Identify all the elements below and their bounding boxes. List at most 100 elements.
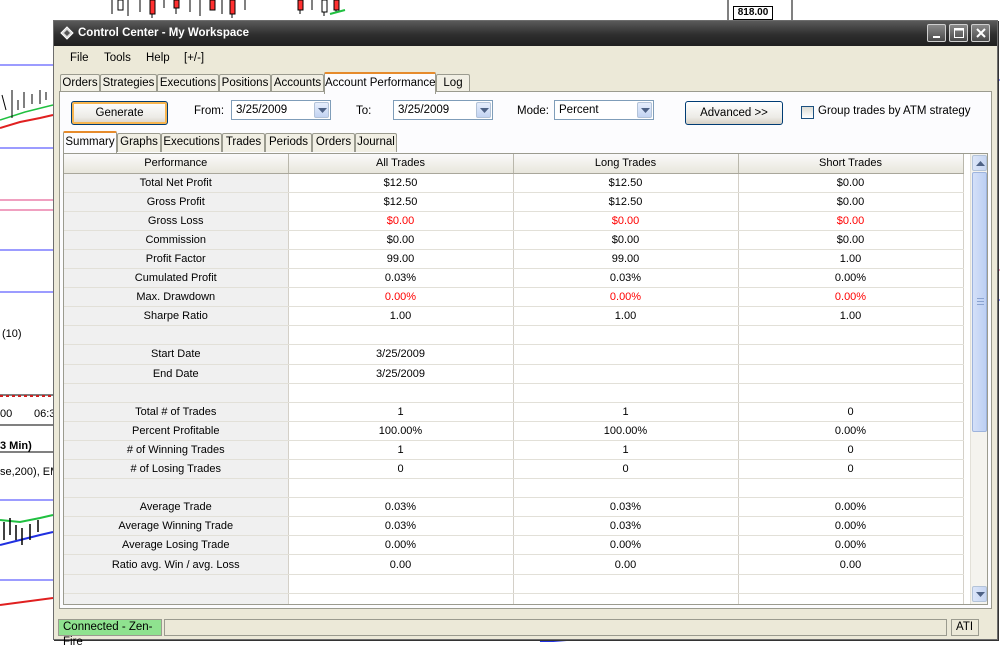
- metric-value-cell: [738, 325, 964, 346]
- vertical-scrollbar[interactable]: [970, 154, 987, 604]
- table-row[interactable]: Cumulated Profit 0.03% 0.03% 0.00%: [64, 268, 964, 289]
- close-button[interactable]: [971, 24, 990, 42]
- subtab-executions[interactable]: Executions: [161, 133, 222, 152]
- minimize-button[interactable]: [927, 24, 946, 42]
- from-date-dropdown[interactable]: [314, 102, 329, 118]
- menu-file[interactable]: File: [70, 52, 89, 64]
- chevron-down-icon: [480, 108, 489, 113]
- menu-tools[interactable]: Tools: [104, 52, 131, 64]
- metric-name-cell: End Date: [64, 364, 289, 384]
- mode-select[interactable]: Percent: [554, 100, 654, 120]
- group-trades-checkbox[interactable]: [801, 106, 814, 119]
- metric-value-cell: 99.00: [288, 249, 514, 270]
- metric-name-cell: Gross Profit: [64, 192, 289, 212]
- group-trades-label: Group trades by ATM strategy: [818, 105, 971, 117]
- metric-value-cell: 0: [513, 459, 739, 480]
- chevron-up-icon: [976, 161, 985, 166]
- scroll-down-button[interactable]: [972, 586, 987, 602]
- metric-value-cell: [738, 574, 964, 594]
- advanced-button[interactable]: Advanced >>: [685, 101, 783, 125]
- table-header-row: Performance All Trades Long Trades Short…: [64, 154, 964, 174]
- table-row[interactable]: [64, 478, 964, 499]
- table-row[interactable]: Gross Loss $0.00 $0.00 $0.00: [64, 211, 964, 231]
- mode-dropdown[interactable]: [637, 102, 652, 118]
- connection-status: Connected - Zen-Fire: [58, 619, 162, 648]
- metric-value-cell: [513, 478, 739, 499]
- table-row[interactable]: Gross Profit $12.50 $12.50 $0.00: [64, 192, 964, 212]
- window-title: Control Center - My Workspace: [78, 27, 250, 39]
- subtab-journal[interactable]: Journal: [355, 133, 397, 152]
- table-row[interactable]: Percent Profitable 100.00% 100.00% 0.00%: [64, 421, 964, 441]
- scroll-up-button[interactable]: [972, 155, 987, 171]
- metric-value-cell: [738, 344, 964, 365]
- table-row[interactable]: Commission $0.00 $0.00 $0.00: [64, 230, 964, 250]
- metric-value-cell: 0.03%: [513, 268, 739, 289]
- table-row[interactable]: End Date 3/25/2009: [64, 364, 964, 384]
- table-row[interactable]: Sharpe Ratio 1.00 1.00 1.00: [64, 306, 964, 327]
- metric-value-cell: [738, 364, 964, 384]
- tab-account-performance[interactable]: Account Performance: [324, 72, 436, 94]
- table-row[interactable]: Max. Drawdown 0.00% 0.00% 0.00%: [64, 287, 964, 308]
- metric-value-cell: $12.50: [513, 192, 739, 212]
- metric-value-cell: 0.00%: [288, 535, 514, 556]
- maximize-icon: [954, 28, 964, 38]
- table-row[interactable]: # of Losing Trades 0 0 0: [64, 459, 964, 480]
- table-row[interactable]: [64, 325, 964, 346]
- metric-value-cell: [513, 574, 739, 594]
- metric-value-cell: 1.00: [288, 306, 514, 327]
- metric-value-cell: $0.00: [513, 230, 739, 250]
- metric-value-cell: $0.00: [288, 230, 514, 250]
- metric-value-cell: 0.00%: [288, 287, 514, 308]
- column-header-all-trades[interactable]: All Trades: [288, 154, 514, 174]
- table-row[interactable]: Total Net Profit $12.50 $12.50 $0.00: [64, 173, 964, 193]
- metric-name-cell: [64, 325, 289, 346]
- scroll-thumb[interactable]: [972, 172, 987, 432]
- menu-toggle[interactable]: [+/-]: [184, 52, 204, 64]
- table-row[interactable]: Average Winning Trade 0.03% 0.03% 0.00%: [64, 516, 964, 537]
- menu-help[interactable]: Help: [146, 52, 170, 64]
- table-row[interactable]: [64, 593, 964, 604]
- metric-value-cell: $12.50: [513, 173, 739, 193]
- metric-name-cell: Percent Profitable: [64, 421, 289, 441]
- metric-value-cell: 0.00%: [738, 421, 964, 441]
- price-marker: 818.00: [733, 6, 773, 20]
- to-date-value: 3/25/2009: [398, 104, 450, 116]
- column-header-performance[interactable]: Performance: [64, 154, 289, 174]
- table-row[interactable]: Start Date 3/25/2009: [64, 344, 964, 365]
- table-row[interactable]: Average Trade 0.03% 0.03% 0.00%: [64, 497, 964, 518]
- table-row[interactable]: Average Losing Trade 0.00% 0.00% 0.00%: [64, 535, 964, 556]
- metric-value-cell: 0: [738, 402, 964, 422]
- metric-value-cell: [288, 383, 514, 403]
- to-date-dropdown[interactable]: [476, 102, 491, 118]
- subtab-summary[interactable]: Summary: [63, 131, 117, 153]
- to-date-picker[interactable]: 3/25/2009: [393, 100, 493, 120]
- generate-button[interactable]: Generate: [71, 101, 168, 125]
- table-row[interactable]: Ratio avg. Win / avg. Loss 0.00 0.00 0.00: [64, 554, 964, 575]
- maximize-button[interactable]: [949, 24, 968, 42]
- subtab-orders[interactable]: Orders: [312, 133, 355, 152]
- metric-value-cell: 0.00: [513, 554, 739, 575]
- chevron-down-icon: [976, 592, 985, 597]
- metric-value-cell: 100.00%: [288, 421, 514, 441]
- table-row[interactable]: # of Winning Trades 1 1 0: [64, 440, 964, 461]
- metric-name-cell: Commission: [64, 230, 289, 250]
- subtab-graphs[interactable]: Graphs: [117, 133, 161, 152]
- table-row[interactable]: [64, 383, 964, 403]
- subtab-periods[interactable]: Periods: [265, 133, 312, 152]
- column-header-long-trades[interactable]: Long Trades: [513, 154, 739, 174]
- indicator-period-label: (10): [2, 328, 22, 340]
- from-date-picker[interactable]: 3/25/2009: [231, 100, 331, 120]
- title-bar[interactable]: Control Center - My Workspace: [54, 21, 997, 46]
- metric-value-cell: [288, 593, 514, 604]
- subtab-trades[interactable]: Trades: [222, 133, 265, 152]
- mode-value: Percent: [559, 104, 599, 116]
- table-row[interactable]: [64, 574, 964, 594]
- metric-value-cell: 0.00%: [738, 268, 964, 289]
- metric-name-cell: Max. Drawdown: [64, 287, 289, 308]
- metric-name-cell: Total # of Trades: [64, 402, 289, 422]
- metric-value-cell: $0.00: [738, 230, 964, 250]
- app-diamond-icon: [60, 26, 74, 40]
- table-row[interactable]: Total # of Trades 1 1 0: [64, 402, 964, 422]
- column-header-short-trades[interactable]: Short Trades: [738, 154, 964, 174]
- table-row[interactable]: Profit Factor 99.00 99.00 1.00: [64, 249, 964, 270]
